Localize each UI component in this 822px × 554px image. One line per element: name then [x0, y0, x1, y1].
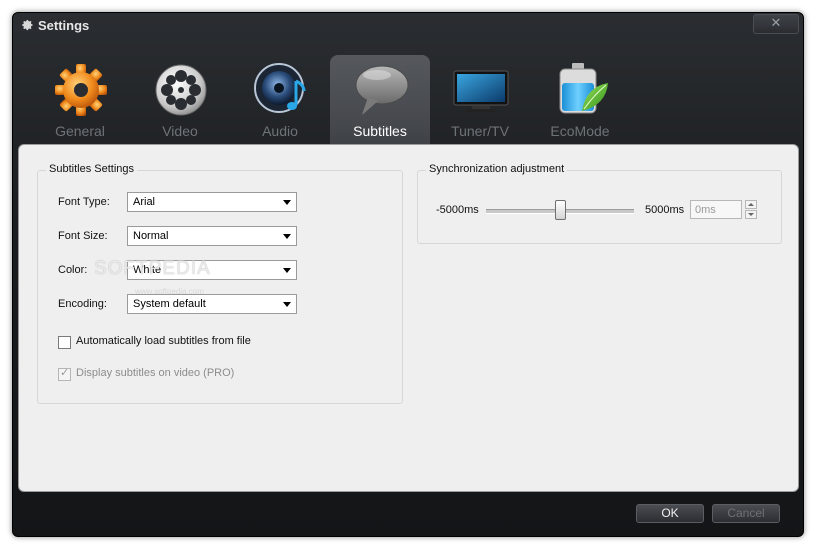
ok-button[interactable]: OK [636, 504, 704, 523]
film-reel-icon [155, 64, 207, 116]
font-size-select[interactable]: Normal [127, 226, 297, 246]
settings-window: Settings ✕ General Video Audio Subtitles… [12, 12, 804, 537]
cancel-button[interactable]: Cancel [712, 504, 780, 523]
encoding-label: Encoding: [58, 298, 107, 310]
tab-label: General [55, 123, 105, 139]
tab-audio[interactable]: Audio [230, 55, 330, 155]
speech-bubble-icon [355, 65, 409, 115]
speaker-music-icon [254, 63, 306, 113]
group-legend: Synchronization adjustment [426, 163, 568, 175]
tab-label: Tuner/TV [451, 123, 509, 139]
chevron-down-icon [748, 213, 754, 216]
dropdown-arrow-icon [283, 268, 291, 273]
settings-tabs: General Video Audio Subtitles Tuner/TV E… [17, 53, 799, 158]
tab-video[interactable]: Video [130, 55, 230, 155]
window-title: Settings [38, 18, 90, 33]
sync-max-label: 5000ms [645, 204, 685, 216]
sync-value-input[interactable]: 0ms [690, 200, 742, 219]
synchronization-group: Synchronization adjustment -5000ms 5000m… [417, 163, 782, 244]
settings-content-panel: Subtitles Settings Font Type: Arial Font… [18, 144, 799, 492]
select-value: Arial [133, 196, 156, 208]
display-on-video-label: Display subtitles on video (PRO) [76, 367, 235, 379]
subtitles-settings-group: Subtitles Settings Font Type: Arial Font… [37, 163, 403, 404]
dropdown-arrow-icon [283, 200, 291, 205]
gear-icon [55, 64, 107, 116]
checkmark-icon: ✓ [60, 366, 70, 379]
tv-icon [453, 70, 509, 112]
tab-subtitles[interactable]: Subtitles [330, 55, 430, 155]
font-type-select[interactable]: Arial [127, 192, 297, 212]
title-bar[interactable]: Settings ✕ [13, 13, 803, 39]
tab-general[interactable]: General [30, 55, 130, 155]
auto-load-checkbox[interactable] [58, 336, 71, 349]
watermark: SOFTPEDIA [94, 258, 211, 279]
tab-label: Audio [262, 123, 298, 139]
watermark-url: www.softpedia.com [135, 287, 204, 296]
sync-slider-thumb[interactable] [555, 200, 566, 220]
chevron-up-icon [748, 203, 754, 206]
color-label: Color: [58, 264, 88, 276]
spin-up-button[interactable] [745, 200, 757, 209]
gear-icon [22, 20, 33, 31]
tab-ecomode[interactable]: EcoMode [530, 55, 630, 155]
tab-label: Subtitles [353, 123, 407, 139]
auto-load-label: Automatically load subtitles from file [76, 335, 251, 347]
encoding-select[interactable]: System default [127, 294, 297, 314]
display-on-video-checkbox[interactable]: ✓ [58, 366, 71, 381]
font-type-label: Font Type: [58, 196, 110, 208]
select-value: System default [133, 298, 206, 310]
spin-down-button[interactable] [745, 210, 757, 219]
battery-leaf-icon [559, 63, 608, 114]
select-value: Normal [133, 230, 169, 242]
dropdown-arrow-icon [283, 302, 291, 307]
tab-label: EcoMode [550, 123, 610, 139]
sync-min-label: -5000ms [436, 204, 479, 216]
group-legend: Subtitles Settings [46, 163, 137, 175]
tab-tuner-tv[interactable]: Tuner/TV [430, 55, 530, 155]
close-button[interactable]: ✕ [753, 14, 799, 34]
tab-label: Video [162, 123, 198, 139]
dropdown-arrow-icon [283, 234, 291, 239]
font-size-label: Font Size: [58, 230, 108, 242]
